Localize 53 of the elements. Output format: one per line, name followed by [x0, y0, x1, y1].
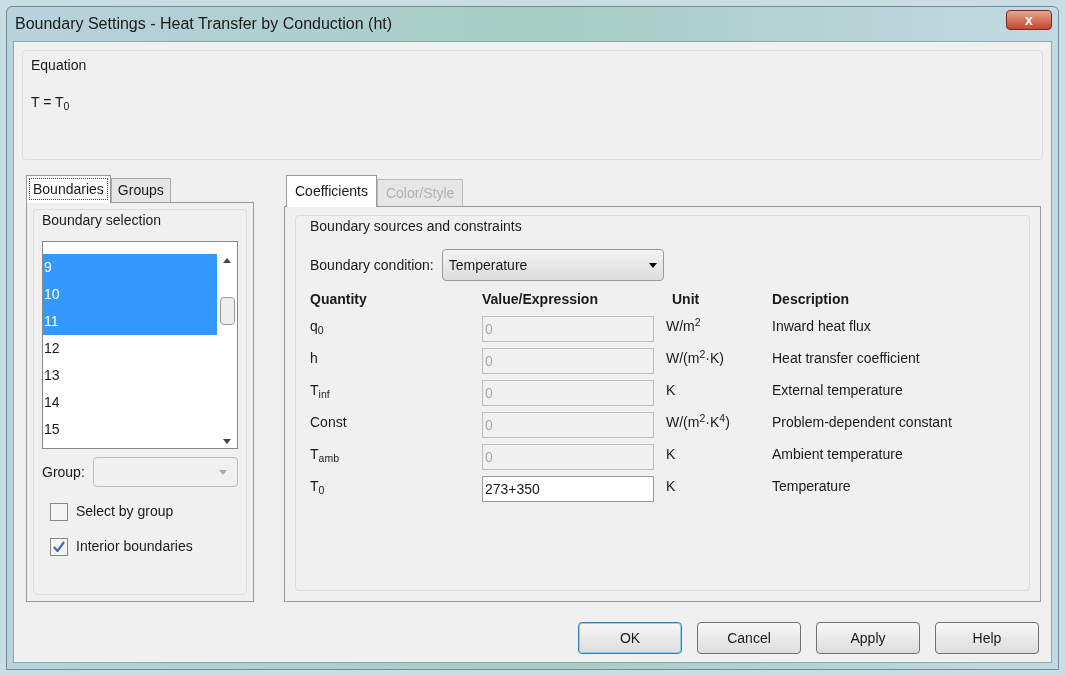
description-label: Ambient temperature: [772, 445, 903, 464]
column-header: Quantity: [310, 290, 367, 309]
unit-label: W/(m$^{2}$·K): [666, 348, 724, 368]
caret-icon: [648, 262, 657, 268]
quantity-label: T$_{0}$: [310, 477, 325, 497]
list-item[interactable]: 15: [43, 416, 217, 443]
condition-label: Boundary condition:: [310, 255, 434, 275]
value-field[interactable]: 273+350: [482, 476, 654, 502]
unit-label: W/(m$^{2}$·K$^{4}$): [666, 412, 730, 432]
group-title: Boundary selection: [42, 211, 162, 230]
checkbox-label: Select by group: [76, 502, 174, 521]
description-label: Problem-dependent constant: [772, 413, 952, 432]
unit-label: K: [666, 477, 676, 496]
scroll-thumb[interactable]: [219, 297, 235, 325]
tab[interactable]: Coefficients: [286, 175, 377, 207]
equation-text: T = T$_{0}$: [31, 93, 70, 113]
scroll-up-icon: [223, 258, 231, 263]
group-dropdown[interactable]: [92, 457, 238, 487]
unit-label: W/m$^{2}$: [666, 316, 701, 336]
description-label: Heat transfer coefficient: [772, 349, 920, 368]
description-label: External temperature: [772, 381, 903, 400]
window-title: Boundary Settings - Heat Transfer by Conduction (ht): [14, 14, 393, 34]
checkbox-label: Interior boundaries: [76, 537, 193, 556]
dialog-button[interactable]: Apply: [816, 622, 920, 654]
quantity-label: Const: [310, 413, 347, 432]
checkbox[interactable]: [50, 502, 68, 521]
description-label: Inward heat flux: [772, 317, 871, 336]
quantity-label: q$_{0}$: [310, 317, 324, 337]
group-label: Group:: [42, 462, 85, 482]
dialog-button[interactable]: Cancel: [697, 622, 801, 654]
unit-label: K: [666, 445, 676, 464]
list-item[interactable]: 13: [43, 362, 217, 389]
checkbox[interactable]: [50, 537, 68, 556]
group-title: Equation: [31, 56, 87, 75]
quantity-label: T$_{inf}$: [310, 381, 330, 401]
column-header: Unit: [672, 290, 700, 309]
column-header: Value/Expression: [482, 290, 598, 309]
dialog-button[interactable]: OK: [578, 622, 682, 654]
dialog-button[interactable]: Help: [935, 622, 1039, 654]
caret-icon: [219, 469, 227, 475]
tab[interactable]: Boundaries: [26, 175, 111, 203]
list-item[interactable]: 14: [43, 389, 217, 416]
scroll-down-icon: [223, 439, 231, 444]
tab[interactable]: Groups: [110, 178, 171, 202]
check-icon: [53, 541, 65, 552]
condition-dropdown[interactable]: Temperature: [441, 249, 664, 281]
list-item[interactable]: 12: [43, 335, 217, 362]
column-header: Description: [772, 290, 849, 309]
description-label: Temperature: [772, 477, 851, 496]
unit-label: K: [666, 381, 676, 400]
group-title: Boundary sources and constraints: [310, 217, 522, 236]
quantity-label: h: [310, 349, 318, 368]
quantity-label: T$_{amb}$: [310, 445, 339, 465]
